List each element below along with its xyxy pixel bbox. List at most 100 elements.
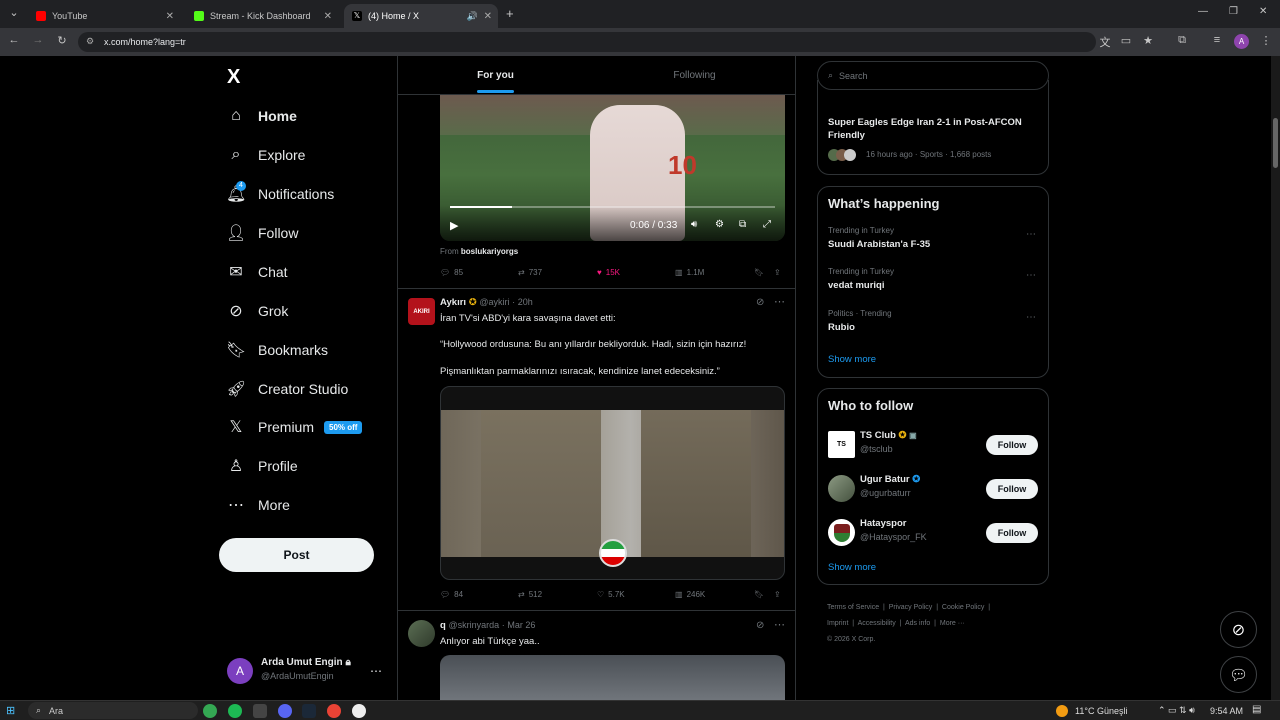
- speaker-icon[interactable]: 🔊: [467, 11, 478, 22]
- trend-item[interactable]: Politics · Trending Rubio ⋯: [818, 308, 1048, 344]
- close-window-button[interactable]: ✕: [1259, 6, 1267, 17]
- reply-button[interactable]: 💬︎ 84: [440, 590, 463, 599]
- profile-avatar[interactable]: A: [1234, 34, 1249, 49]
- more-icon[interactable]: ⋯: [774, 618, 785, 631]
- grok-icon[interactable]: ⊘: [756, 297, 764, 308]
- more-icon[interactable]: ⋯: [1026, 229, 1036, 240]
- nav-creator-studio[interactable]: 🚀︎ Creator Studio: [226, 374, 348, 404]
- close-icon[interactable]: ✕: [324, 11, 332, 22]
- close-icon[interactable]: ✕: [484, 11, 492, 22]
- scrollbar-thumb[interactable]: [1273, 118, 1278, 168]
- video-progress-track[interactable]: [450, 206, 775, 208]
- tweet-media[interactable]: [440, 655, 785, 700]
- tray-icons[interactable]: ⌃ ▭ ⇅ 🔊︎: [1158, 705, 1195, 716]
- reply-button[interactable]: 💬︎ 85: [440, 268, 463, 277]
- tweet-time[interactable]: Mar 26: [507, 620, 535, 630]
- nav-home[interactable]: ⌂ Home: [226, 101, 297, 131]
- tab-search-icon[interactable]: ⌄: [6, 6, 22, 19]
- app-icon[interactable]: [253, 704, 267, 718]
- like-button[interactable]: ♥ 15K: [597, 268, 620, 277]
- nav-follow[interactable]: 👤︎ Follow: [226, 218, 298, 248]
- footer-link[interactable]: Ads info: [905, 620, 930, 627]
- views-button[interactable]: ▥ 246K: [675, 590, 705, 599]
- media-icon[interactable]: ≡: [1209, 34, 1225, 46]
- restore-button[interactable]: ❐: [1229, 6, 1238, 17]
- close-icon[interactable]: ✕: [166, 11, 174, 22]
- footer-link[interactable]: Terms of Service: [827, 604, 879, 611]
- news-card[interactable]: Super Eagles Edge Iran 2-1 in Post-AFCON…: [817, 80, 1049, 175]
- address-bar[interactable]: ⚙ x.com/home?lang=tr: [78, 32, 1096, 52]
- avatar[interactable]: [408, 620, 435, 647]
- nav-notifications[interactable]: 🔔︎ 4 Notifications: [226, 179, 334, 209]
- clock[interactable]: 9:54 AM: [1210, 706, 1243, 716]
- like-button[interactable]: ♡ 5.7K: [597, 590, 625, 599]
- steam-icon[interactable]: [302, 704, 316, 718]
- star-icon[interactable]: ★: [1140, 34, 1156, 47]
- settings-icon[interactable]: ⚙: [715, 219, 724, 230]
- trend-item[interactable]: Trending in Turkey vedat muriqi ⋯: [818, 266, 1048, 302]
- retweet-button[interactable]: ⇄ 512: [518, 590, 542, 599]
- forward-icon[interactable]: →: [30, 34, 46, 46]
- follow-button[interactable]: Follow: [986, 479, 1038, 499]
- more-icon[interactable]: ⋯: [1026, 312, 1036, 323]
- nav-premium[interactable]: 𝕏 Premium 50% off: [226, 412, 363, 442]
- nav-profile[interactable]: ♙ Profile: [226, 451, 298, 481]
- share-icon[interactable]: ⇪: [774, 268, 781, 277]
- browser-tab-kick[interactable]: Stream - Kick Dashboard ✕: [186, 4, 338, 28]
- bookmark-icon[interactable]: 🔖︎: [754, 590, 764, 599]
- play-icon[interactable]: ▶: [450, 219, 458, 232]
- more-icon[interactable]: ⋯: [1026, 270, 1036, 281]
- more-icon[interactable]: ⋯: [370, 664, 382, 678]
- chrome-icon[interactable]: [327, 704, 341, 718]
- avatar[interactable]: AKIRI: [408, 298, 435, 325]
- menu-icon[interactable]: ⋮: [1258, 34, 1274, 47]
- grok-icon[interactable]: ⊘: [756, 620, 764, 631]
- translate-icon[interactable]: 文: [1097, 34, 1113, 50]
- bookmark-icon[interactable]: 🔖︎: [754, 268, 764, 277]
- new-tab-button[interactable]: +: [506, 6, 514, 21]
- source-user[interactable]: boslukariyorgs: [461, 247, 518, 256]
- tab-following[interactable]: Following: [593, 56, 795, 94]
- video-player[interactable]: 10 ▶ 0:06 / 0:33 🔊︎ ⚙ ⧉ ⤢: [440, 95, 785, 241]
- grok-float-button[interactable]: ⊘: [1220, 611, 1257, 648]
- chat-float-button[interactable]: 💬︎: [1220, 656, 1257, 693]
- weather-text[interactable]: 11°C Güneşli: [1075, 706, 1127, 716]
- footer-link[interactable]: Imprint: [827, 620, 848, 627]
- more-icon[interactable]: ⋯: [774, 295, 785, 308]
- site-info-icon[interactable]: ⚙: [86, 36, 94, 47]
- views-button[interactable]: ▥ 1.1M: [675, 268, 704, 277]
- footer-link[interactable]: Cookie Policy: [942, 604, 984, 611]
- fullscreen-icon[interactable]: ⤢: [763, 219, 771, 230]
- share-icon[interactable]: ⇪: [774, 590, 781, 599]
- nav-bookmarks[interactable]: 🔖︎ Bookmarks: [226, 335, 328, 365]
- pip-icon[interactable]: ⧉: [739, 219, 746, 230]
- show-more-link[interactable]: Show more: [828, 354, 876, 365]
- scrollbar[interactable]: [1271, 56, 1280, 700]
- spotify-icon[interactable]: [228, 704, 242, 718]
- footer-link[interactable]: Accessibility: [858, 620, 896, 627]
- follow-suggestion[interactable]: Ugur Batur ✪ @ugurbaturr Follow: [818, 473, 1048, 507]
- author-handle[interactable]: @aykiri: [479, 297, 509, 307]
- taskbar-search[interactable]: ⌕ Ara: [28, 702, 198, 719]
- account-switcher[interactable]: A Arda Umut Engin 🔒︎ @ArdaUmutEngin ⋯: [227, 656, 397, 686]
- trend-item[interactable]: Trending in Turkey Suudi Arabistan'a F-3…: [818, 225, 1048, 261]
- footer-link[interactable]: More ···: [940, 620, 965, 627]
- nav-more[interactable]: ⋯ More: [226, 490, 290, 520]
- browser-tab-x[interactable]: 𝕏 (4) Home / X 🔊 ✕: [344, 4, 498, 28]
- minimize-button[interactable]: —: [1198, 6, 1208, 17]
- volume-icon[interactable]: 🔊︎: [691, 219, 697, 230]
- windows-start-icon[interactable]: ⊞: [6, 704, 15, 717]
- nav-explore[interactable]: ⌕ Explore: [226, 140, 306, 170]
- nav-chat[interactable]: ✉ Chat: [226, 257, 287, 287]
- tweet-time[interactable]: 20h: [518, 297, 533, 307]
- chrome-icon[interactable]: [203, 704, 217, 718]
- post-button[interactable]: Post: [219, 538, 374, 572]
- author-name[interactable]: q: [440, 620, 446, 631]
- retweet-button[interactable]: ⇄ 737: [518, 268, 542, 277]
- tab-for-you[interactable]: For you: [398, 56, 593, 94]
- obs-icon[interactable]: [352, 704, 366, 718]
- footer-link[interactable]: Privacy Policy: [889, 604, 933, 611]
- show-more-link[interactable]: Show more: [828, 562, 876, 573]
- discord-icon[interactable]: [278, 704, 292, 718]
- notification-center-icon[interactable]: ▤: [1252, 704, 1261, 715]
